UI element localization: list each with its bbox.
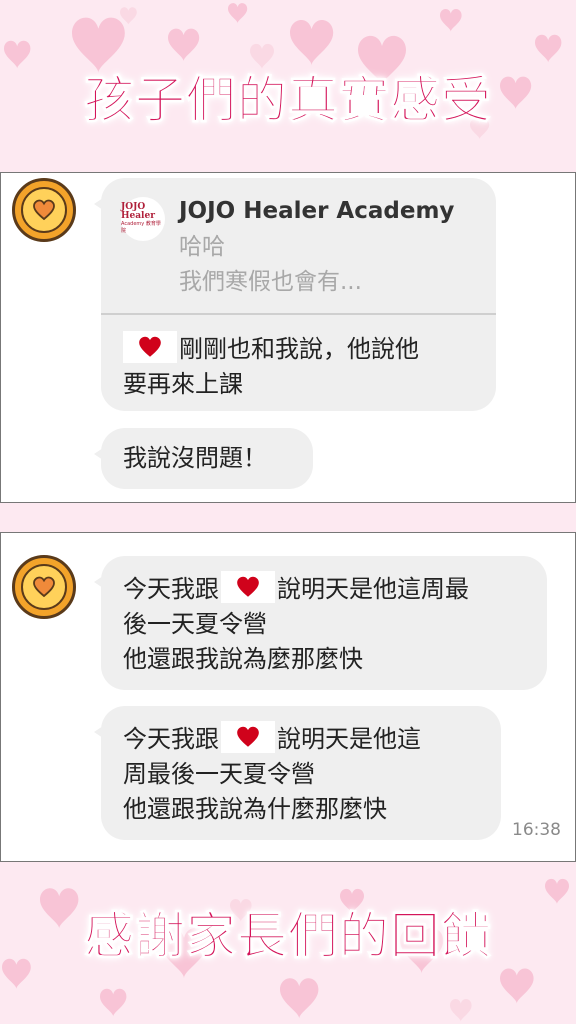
reply-text-line-1: 剛剛也和我說，他說他	[121, 331, 419, 366]
redacted-name-heart	[221, 571, 275, 603]
message-line-1: 今天我跟 說明天是他這周最	[123, 571, 469, 606]
avatar	[12, 178, 76, 242]
page-title-top: 孩子們的真實感受	[84, 71, 492, 130]
quoted-text-line-1: 哈哈	[179, 234, 225, 260]
message-timestamp: 16:38	[512, 820, 561, 840]
message-line-1: 今天我跟 說明天是他這	[123, 721, 421, 756]
avatar	[12, 555, 76, 619]
heart-icon	[139, 336, 161, 357]
academy-logo: JOJO Healer Academy 教育學院	[121, 197, 165, 241]
heart-icon	[237, 576, 259, 597]
reply-text-line-2: 要再來上課	[123, 370, 243, 398]
message-line-3: 他還跟我說為麼那麼快	[123, 645, 363, 673]
reply-message-bubble[interactable]: JOJO Healer Academy 教育學院 JOJO Healer Aca…	[94, 178, 496, 411]
quoted-text-line-2: 我們寒假也會有...	[179, 269, 362, 295]
quoted-sender-name: JOJO Healer Academy	[179, 198, 455, 224]
chat-screenshot-2: 今天我跟 說明天是他這周最 後一天夏令營 他還跟我說為麼那麼快 今天我跟 說明天…	[0, 532, 576, 862]
message-line-2: 後一天夏令營	[123, 610, 267, 638]
heart-coin-icon	[33, 199, 55, 221]
message-bubble[interactable]: 我說沒問題！	[94, 428, 313, 489]
heart-icon	[237, 726, 259, 747]
heart-coin-icon	[33, 576, 55, 598]
message-line-3: 他還跟我說為什麼那麼快	[123, 795, 387, 823]
message-text: 我說沒問題！	[123, 444, 267, 472]
message-bubble[interactable]: 今天我跟 說明天是他這周最 後一天夏令營 他還跟我說為麼那麼快	[94, 556, 547, 690]
page-title-bottom: 感謝家長們的回饋	[84, 907, 492, 966]
redacted-name-heart	[221, 721, 275, 753]
quote-divider	[101, 313, 496, 315]
quoted-message[interactable]: JOJO Healer Academy 教育學院 JOJO Healer Aca…	[101, 178, 496, 313]
message-bubble[interactable]: 今天我跟 說明天是他這 周最後一天夏令營 他還跟我說為什麼那麼快	[94, 706, 501, 840]
message-line-2: 周最後一天夏令營	[123, 760, 315, 788]
redacted-name-heart	[123, 331, 177, 363]
chat-screenshot-1: JOJO Healer Academy 教育學院 JOJO Healer Aca…	[0, 172, 576, 503]
hearts-background	[2, 3, 569, 1022]
